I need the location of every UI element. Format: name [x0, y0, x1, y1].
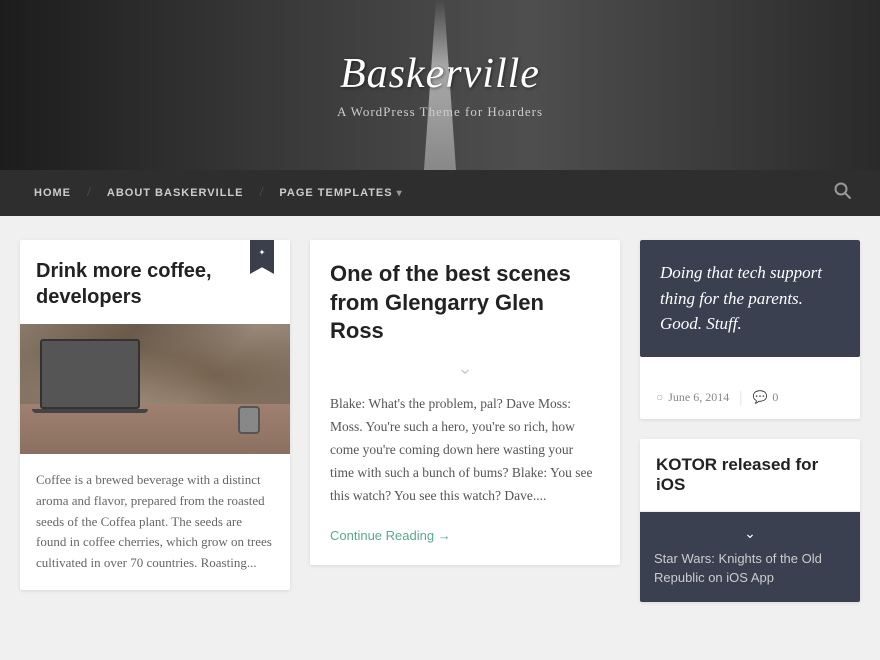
- middle-article-title: One of the best scenes from Glengarry Gl…: [330, 260, 600, 346]
- quote-comments-count: 0: [772, 390, 778, 405]
- kotor-card: KOTOR released for iOS ⌄ Star Wars: Knig…: [640, 439, 860, 602]
- laptop-visual: [40, 339, 140, 409]
- site-header: Baskerville A WordPress Theme for Hoarde…: [0, 0, 880, 170]
- quote-card-body: Doing that tech support thing for the pa…: [640, 240, 860, 357]
- nav-item-home[interactable]: HOME: [20, 170, 85, 216]
- left-article-card: Drink more coffee, developers Coffee is …: [20, 240, 290, 590]
- left-article-title: Drink more coffee, developers: [36, 258, 274, 310]
- main-content: Drink more coffee, developers Coffee is …: [0, 216, 880, 634]
- kotor-title: KOTOR released for iOS: [656, 455, 844, 495]
- nav-item-page-templates[interactable]: PAGE TEMPLATES ▾: [265, 170, 416, 216]
- nav-search-button[interactable]: [826, 182, 860, 205]
- chevron-down-icon: ⌄: [457, 358, 472, 379]
- quote-comments: 💬 0: [752, 390, 778, 405]
- quote-card: Doing that tech support thing for the pa…: [640, 240, 860, 419]
- search-icon: [834, 182, 852, 200]
- kotor-card-body: ⌄ Star Wars: Knights of the Old Republic…: [640, 512, 860, 602]
- site-title: Baskerville: [340, 50, 540, 98]
- kotor-subtitle: Star Wars: Knights of the Old Republic o…: [654, 549, 846, 588]
- middle-column: One of the best scenes from Glengarry Gl…: [310, 240, 620, 610]
- middle-article-card: One of the best scenes from Glengarry Gl…: [310, 240, 620, 565]
- left-article-body: Coffee is a brewed beverage with a disti…: [36, 470, 274, 574]
- quote-text: Doing that tech support thing for the pa…: [660, 260, 840, 337]
- right-column: Doing that tech support thing for the pa…: [640, 240, 860, 610]
- chevron-right-icon: ⌄: [744, 526, 756, 543]
- sidebar-chevron-wrapper: ⌄: [654, 526, 846, 543]
- article-divider: ⌄: [330, 358, 600, 379]
- left-card-header: Drink more coffee, developers: [20, 240, 290, 324]
- continue-reading-link[interactable]: Continue Reading →: [330, 528, 451, 543]
- clock-icon: ○: [656, 390, 663, 405]
- quote-date: ○ June 6, 2014: [656, 390, 729, 405]
- left-column: Drink more coffee, developers Coffee is …: [20, 240, 290, 610]
- nav-separator-1: /: [85, 185, 93, 201]
- nav-item-about[interactable]: ABOUT BASKERVILLE: [93, 170, 258, 216]
- nav-items: HOME / ABOUT BASKERVILLE / PAGE TEMPLATE…: [20, 170, 826, 216]
- main-navigation: HOME / ABOUT BASKERVILLE / PAGE TEMPLATE…: [0, 170, 880, 216]
- quote-date-text: June 6, 2014: [668, 390, 729, 405]
- quote-meta: ○ June 6, 2014 | 💬 0: [640, 377, 860, 419]
- nav-separator-2: /: [257, 185, 265, 201]
- left-card-body: Coffee is a brewed beverage with a disti…: [20, 454, 290, 590]
- nav-dropdown-arrow: ▾: [397, 188, 403, 199]
- left-article-image: [20, 324, 290, 454]
- kotor-card-header: KOTOR released for iOS: [640, 439, 860, 512]
- comment-icon: 💬: [752, 390, 767, 405]
- meta-divider: |: [739, 389, 742, 407]
- watch-visual: [238, 406, 260, 434]
- site-tagline: A WordPress Theme for Hoarders: [337, 104, 543, 120]
- middle-article-body: Blake: What's the problem, pal? Dave Mos…: [330, 393, 600, 508]
- nav-page-templates-label: PAGE TEMPLATES: [279, 187, 392, 199]
